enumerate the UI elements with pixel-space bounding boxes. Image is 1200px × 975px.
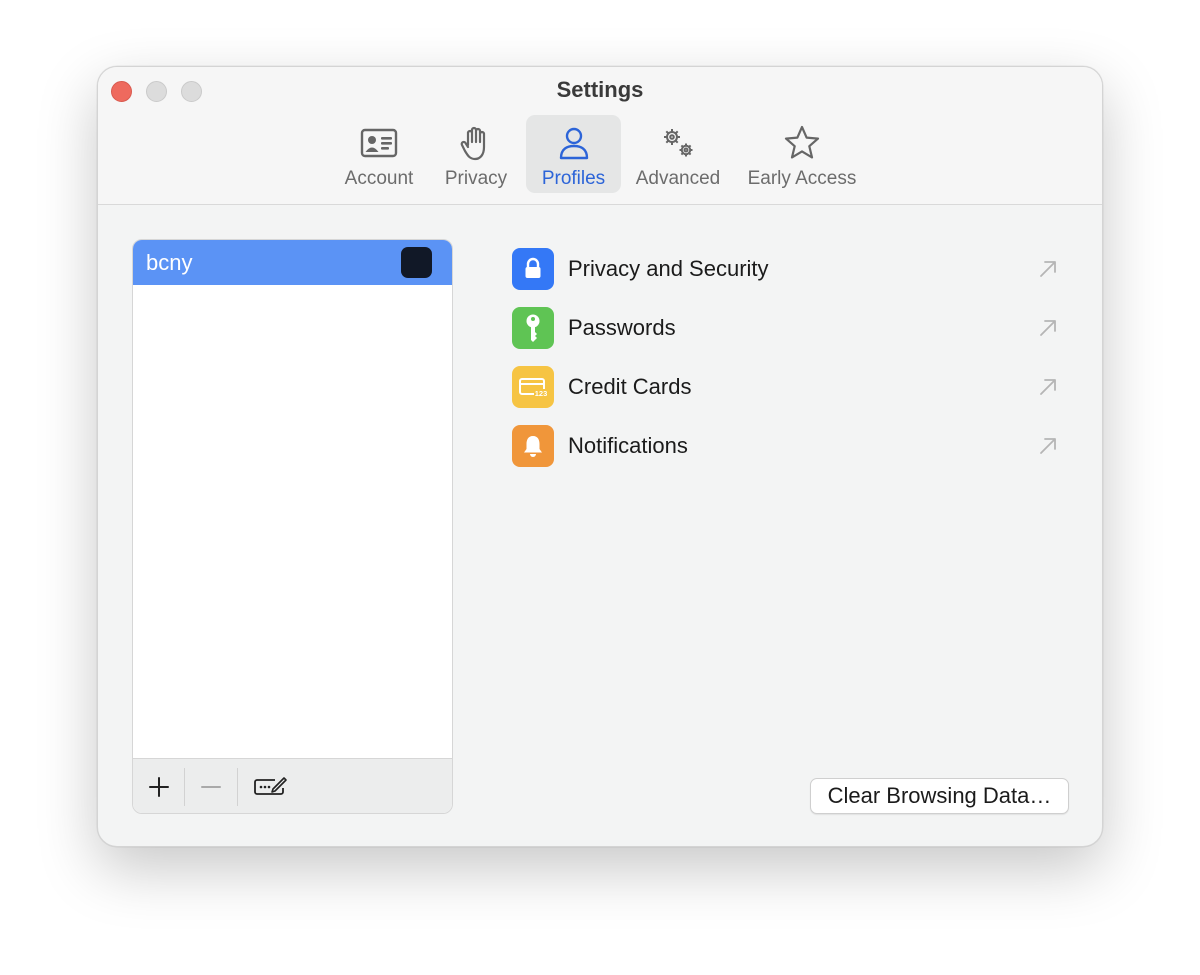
tab-early-access-label: Early Access (747, 168, 857, 189)
passwords-row[interactable]: Passwords (512, 307, 1060, 349)
toolbar: Settings Account Privacy Profiles Advanc… (98, 67, 1102, 205)
toolbar-divider (237, 768, 238, 806)
privacy-and-security-row[interactable]: Privacy and Security (512, 248, 1060, 290)
minus-icon (201, 785, 221, 788)
tab-privacy-label: Privacy (444, 168, 508, 189)
external-arrow-icon (1040, 261, 1056, 277)
external-arrow-icon (1040, 438, 1056, 454)
gears-icon (664, 129, 693, 157)
tab-profiles[interactable]: Profiles (526, 115, 621, 193)
window-title: Settings (556, 77, 644, 102)
remove-profile-button[interactable] (185, 759, 237, 813)
tab-account-label: Account (344, 168, 414, 189)
tab-early-access[interactable]: Early Access (740, 115, 864, 193)
tab-advanced-label: Advanced (635, 168, 721, 189)
plus-icon (149, 776, 169, 797)
profile-color-swatch[interactable] (401, 247, 432, 278)
external-arrow-icon (1040, 379, 1056, 395)
key-icon (512, 307, 554, 349)
tab-profiles-label: Profiles (541, 168, 606, 189)
credit-card-icon: 123 (512, 366, 554, 408)
add-profile-button[interactable] (133, 759, 185, 813)
privacy-and-security-label: Privacy and Security (568, 256, 769, 281)
star-icon (784, 125, 820, 159)
profiles-list: bcny (132, 239, 453, 814)
profile-list-item[interactable]: bcny (133, 240, 452, 285)
hand-icon (460, 126, 486, 161)
rename-profile-button[interactable] (244, 759, 298, 813)
account-card-icon (360, 128, 398, 158)
tab-privacy[interactable]: Privacy (432, 115, 520, 193)
tab-advanced[interactable]: Advanced (629, 115, 727, 193)
notifications-row[interactable]: Notifications (512, 425, 1060, 467)
clear-browsing-data-button[interactable]: Clear Browsing Data… (810, 778, 1069, 814)
credit-cards-row[interactable]: 123 Credit Cards (512, 366, 1060, 408)
tab-account[interactable]: Account (332, 115, 426, 193)
profiles-toolbar (133, 758, 452, 813)
bell-icon (512, 425, 554, 467)
external-arrow-icon (1040, 320, 1056, 336)
lock-icon (512, 248, 554, 290)
profile-name: bcny (146, 250, 193, 275)
edit-field-icon (254, 776, 287, 795)
svg-text:123: 123 (535, 389, 548, 398)
notifications-label: Notifications (568, 433, 688, 458)
passwords-label: Passwords (568, 315, 676, 340)
person-icon (559, 127, 588, 160)
credit-cards-label: Credit Cards (568, 374, 692, 399)
settings-window: Settings Account Privacy Profiles Advanc… (97, 66, 1103, 847)
